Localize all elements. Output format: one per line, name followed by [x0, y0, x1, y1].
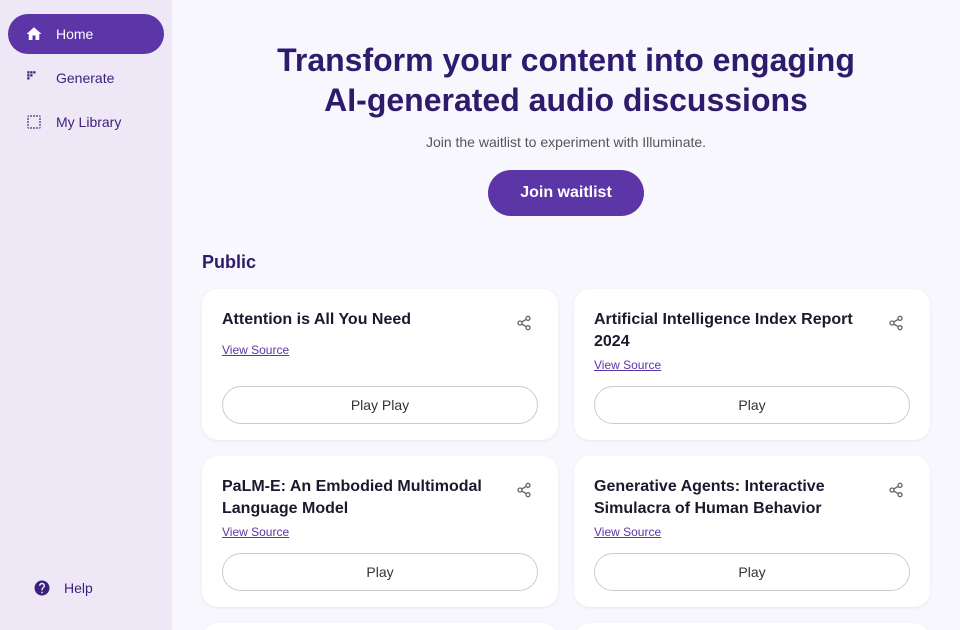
- card-generative-agents: Generative Agents: Interactive Simulacra…: [574, 456, 930, 607]
- sidebar: Home Generate My Library Help: [0, 0, 172, 630]
- share-icon[interactable]: [510, 476, 538, 504]
- hero-title: Transform your content into engaging AI-…: [256, 40, 876, 120]
- share-icon[interactable]: [510, 309, 538, 337]
- hero-subtitle: Join the waitlist to experiment with Ill…: [426, 134, 706, 150]
- view-source-link[interactable]: View Source: [222, 343, 538, 357]
- card-header: Attention is All You Need: [222, 309, 538, 337]
- sidebar-item-generate[interactable]: Generate: [8, 58, 164, 98]
- share-icon[interactable]: [882, 476, 910, 504]
- play-button[interactable]: Play: [222, 553, 538, 591]
- home-icon: [24, 24, 44, 44]
- play-button[interactable]: Play: [594, 553, 910, 591]
- card-title: PaLM-E: An Embodied Multimodal Language …: [222, 476, 510, 519]
- view-source-link[interactable]: View Source: [594, 525, 910, 539]
- sidebar-item-generate-label: Generate: [56, 70, 114, 86]
- play-button[interactable]: Play: [594, 386, 910, 424]
- sidebar-item-home[interactable]: Home: [8, 14, 164, 54]
- card-header: Generative Agents: Interactive Simulacra…: [594, 476, 910, 519]
- card-header: PaLM-E: An Embodied Multimodal Language …: [222, 476, 538, 519]
- view-source-link[interactable]: View Source: [222, 525, 538, 539]
- sidebar-item-help[interactable]: Help: [16, 568, 156, 608]
- sidebar-bottom: Help: [0, 558, 172, 618]
- main-content: Transform your content into engaging AI-…: [172, 0, 960, 630]
- generate-icon: [24, 68, 44, 88]
- sidebar-help-label: Help: [64, 580, 93, 596]
- share-icon[interactable]: [882, 309, 910, 337]
- cards-grid: Attention is All You Need View Source Pl…: [202, 289, 930, 630]
- card-title: Generative Agents: Interactive Simulacra…: [594, 476, 882, 519]
- card-header: Artificial Intelligence Index Report 202…: [594, 309, 910, 352]
- sidebar-item-home-label: Home: [56, 26, 93, 42]
- play-button[interactable]: Play Play: [222, 386, 538, 424]
- card-agi-levels: Position: Levels of AGI for Operationali…: [574, 623, 930, 630]
- card-title: Attention is All You Need: [222, 309, 510, 331]
- card-title: Artificial Intelligence Index Report 202…: [594, 309, 882, 352]
- card-attention: Attention is All You Need View Source Pl…: [202, 289, 558, 440]
- card-ai-index: Artificial Intelligence Index Report 202…: [574, 289, 930, 440]
- card-llm-clinical: Large Language Models Encode Clinical Kn…: [202, 623, 558, 630]
- sidebar-item-library-label: My Library: [56, 114, 121, 130]
- public-section-label: Public: [202, 252, 256, 273]
- sidebar-item-my-library[interactable]: My Library: [8, 102, 164, 142]
- view-source-link[interactable]: View Source: [594, 358, 910, 372]
- help-icon: [32, 578, 52, 598]
- library-icon: [24, 112, 44, 132]
- join-waitlist-button[interactable]: Join waitlist: [488, 170, 644, 216]
- card-palm-e: PaLM-E: An Embodied Multimodal Language …: [202, 456, 558, 607]
